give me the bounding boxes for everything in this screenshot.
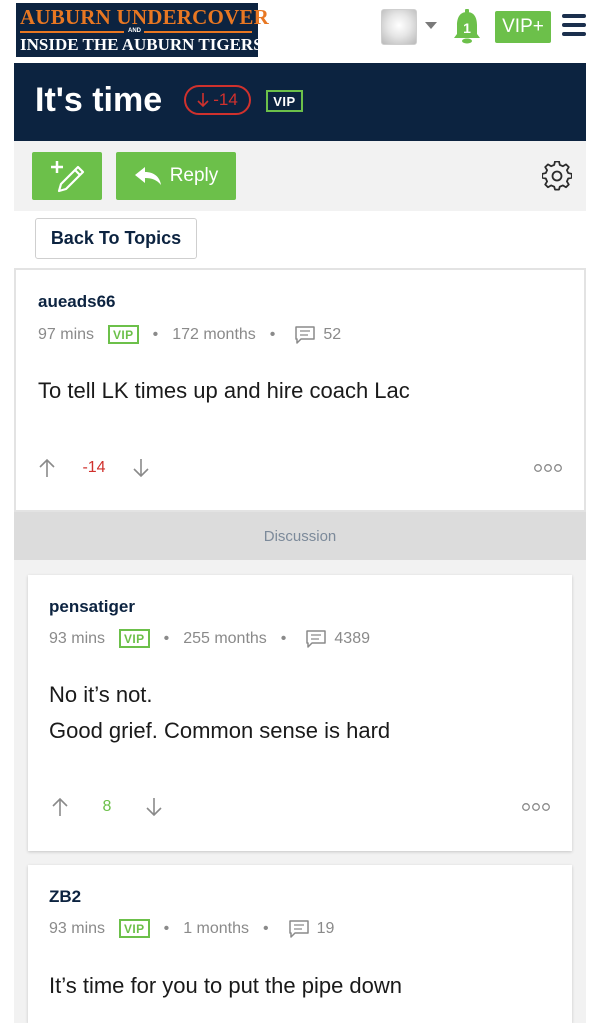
- gear-icon[interactable]: [541, 160, 573, 191]
- topic-toolbar: Reply: [14, 141, 586, 211]
- post-body-line: It’s time for you to put the pipe down: [49, 973, 403, 998]
- user-avatar[interactable]: [381, 9, 417, 45]
- member-tenure: 172 months: [172, 325, 256, 343]
- member-tenure: 1 months: [183, 919, 249, 937]
- post-body-line: To tell LK times up and hire coach Lac: [38, 378, 410, 403]
- discussion-header: Discussion: [14, 512, 586, 560]
- post-body: To tell LK times up and hire coach Lac: [38, 373, 410, 409]
- page-title: It's time: [35, 81, 163, 119]
- site-header: AUBURN UNDERCOVER AND INSIDE THE AUBURN …: [0, 0, 600, 63]
- bell-icon[interactable]: 1: [452, 8, 482, 44]
- logo-bottom-text: INSIDE THE AUBURN TIGERS: [20, 35, 263, 54]
- separator-dot: •: [163, 629, 170, 647]
- post-body-line: Good grief. Common sense is hard: [49, 718, 391, 743]
- post-meta: 93 mins VIP • 1 months • 19: [49, 919, 334, 938]
- topic-score-badge: -14: [184, 85, 251, 115]
- topic-vip-badge: VIP: [266, 90, 303, 112]
- original-post: aueads66 97 mins VIP • 172 months • 52 T…: [14, 268, 586, 512]
- topic-title-bar: It's time -14 VIP: [14, 63, 586, 141]
- post-author[interactable]: aueads66: [38, 292, 116, 312]
- notification-count: 1: [463, 20, 471, 36]
- downvote-arrow-icon[interactable]: [145, 797, 163, 817]
- down-arrow-icon: [197, 93, 209, 108]
- site-logo[interactable]: AUBURN UNDERCOVER AND INSIDE THE AUBURN …: [16, 3, 269, 57]
- post-meta: 97 mins VIP • 172 months • 52: [38, 325, 341, 344]
- post-time: 97 mins: [38, 325, 95, 343]
- separator-dot: •: [163, 919, 170, 937]
- logo-rule-left: [20, 31, 124, 33]
- separator-dot: •: [269, 325, 276, 343]
- comment-icon: [295, 325, 316, 344]
- topic-score: -14: [213, 90, 238, 109]
- more-options-icon[interactable]: [534, 463, 562, 473]
- separator-dot: •: [263, 919, 269, 937]
- separator-dot: •: [152, 325, 159, 343]
- post-body-line: No it’s not.: [49, 682, 153, 707]
- downvote-arrow-icon[interactable]: [132, 458, 150, 478]
- separator-dot: •: [280, 629, 287, 647]
- reply-label: Reply: [169, 165, 219, 186]
- post-time: 93 mins: [49, 919, 106, 937]
- logo-and-text: AND: [128, 28, 141, 34]
- vote-count: 8: [102, 798, 112, 815]
- post-count: 19: [316, 919, 335, 937]
- reply-post: pensatiger 93 mins VIP • 255 months • 43…: [28, 575, 572, 851]
- more-options-icon[interactable]: [522, 802, 550, 812]
- back-to-topics-button[interactable]: Back To Topics: [35, 218, 197, 259]
- post-time: 93 mins: [49, 629, 106, 647]
- post-count: 52: [323, 325, 342, 343]
- post-body: No it’s not. Good grief. Common sense is…: [49, 677, 390, 749]
- logo-top-text: AUBURN UNDERCOVER: [20, 5, 269, 29]
- reply-button[interactable]: Reply: [116, 152, 236, 200]
- post-author[interactable]: pensatiger: [49, 597, 135, 617]
- comment-icon: [306, 629, 327, 648]
- post-author[interactable]: ZB2: [49, 887, 81, 907]
- new-post-icon: [51, 161, 85, 193]
- vote-count: -14: [82, 459, 106, 476]
- vip-plus-button[interactable]: VIP+: [495, 11, 551, 43]
- new-post-button[interactable]: [32, 152, 102, 200]
- post-body: It’s time for you to put the pipe down: [49, 968, 402, 1004]
- caret-down-icon[interactable]: [425, 22, 437, 29]
- reply-post: ZB2 93 mins VIP • 1 months • 19 It’s tim…: [28, 865, 572, 1023]
- vip-badge: VIP: [108, 325, 139, 344]
- comment-icon: [288, 919, 309, 938]
- upvote-arrow-icon[interactable]: [38, 458, 56, 478]
- vote-row: 8: [51, 797, 163, 817]
- post-count: 4389: [334, 629, 370, 647]
- hamburger-menu-icon[interactable]: [562, 14, 586, 36]
- logo-rule-right: [144, 31, 252, 33]
- vote-row: -14: [38, 458, 150, 478]
- vip-badge: VIP: [119, 919, 150, 938]
- reply-arrow-icon: [134, 167, 161, 185]
- post-meta: 93 mins VIP • 255 months • 4389: [49, 629, 370, 648]
- vip-badge: VIP: [119, 629, 150, 648]
- upvote-arrow-icon[interactable]: [51, 797, 69, 817]
- member-tenure: 255 months: [183, 629, 267, 647]
